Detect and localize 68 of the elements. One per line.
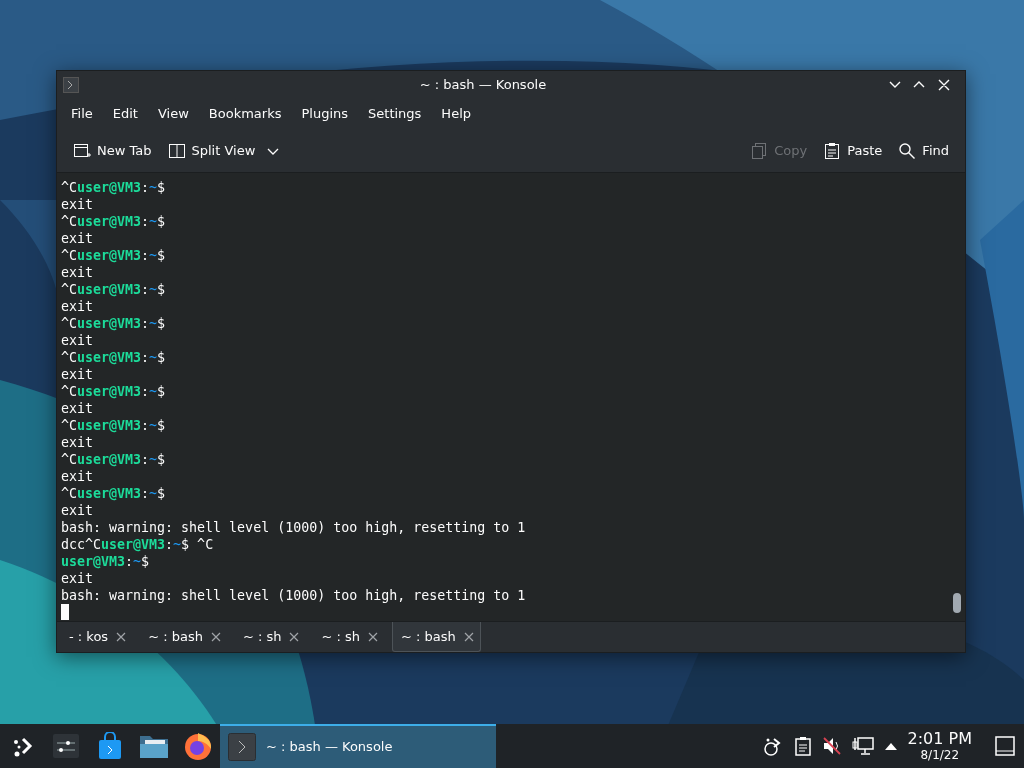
terminal-line: exit (61, 434, 95, 451)
terminal-line: ^Cuser@VM3:~$ (61, 213, 167, 230)
terminal-line: user@VM3:~$ (61, 553, 151, 570)
menu-item[interactable]: Bookmarks (198, 101, 292, 127)
arrow-up-icon[interactable] (883, 741, 898, 751)
terminal-line: exit (61, 298, 95, 315)
terminal-line: exit (61, 332, 95, 349)
browser-icon[interactable] (183, 731, 213, 761)
terminal-line: bash: warning: shell level (1000) too high, resetting to 1 (61, 519, 527, 536)
terminal-line: ^Cuser@VM3:~$ (61, 281, 167, 298)
tab[interactable]: ~ : bash (140, 622, 227, 652)
terminal-icon (63, 77, 79, 93)
terminal-line: ^Cuser@VM3:~$ (61, 179, 167, 196)
menu-item[interactable]: Plugins (291, 101, 359, 127)
terminal-line: ^Cuser@VM3:~$ (61, 383, 167, 400)
tab[interactable]: ~ : sh (313, 622, 385, 652)
terminal-line: exit (61, 502, 95, 519)
tab[interactable]: - : kos (61, 622, 133, 652)
folder-icon[interactable] (139, 733, 169, 759)
toolbar-button[interactable]: New Tab (65, 136, 160, 165)
tab[interactable]: ~ : bash (392, 622, 481, 652)
terminal-line: exit (61, 196, 95, 213)
terminal-line: ^Cuser@VM3:~$ (61, 247, 167, 264)
task-button[interactable]: ~ : bash — Konsole (220, 724, 496, 768)
terminal-line: exit (61, 230, 95, 247)
terminal-line: exit (61, 264, 95, 281)
terminal-line: exit (61, 468, 95, 485)
terminal-area[interactable] (57, 173, 965, 621)
split-view-icon (167, 141, 186, 160)
close-icon[interactable] (463, 631, 474, 642)
settings-icon[interactable] (52, 733, 80, 759)
tab[interactable]: ~ : sh (234, 622, 306, 652)
terminal-line: dcc^Cuser@VM3:~$ ^C (61, 536, 215, 553)
window-title: ~ : bash — Konsole (418, 76, 548, 95)
clipboard-icon[interactable] (793, 736, 812, 756)
terminal-line: exit (61, 366, 95, 383)
close-icon[interactable] (368, 632, 379, 642)
clipboard-icon (823, 141, 842, 160)
terminal-line: ^Cuser@VM3:~$ (61, 451, 167, 468)
menu-item[interactable]: View (147, 101, 199, 127)
terminal-line: exit (61, 570, 95, 587)
toolbar-button[interactable]: Paste (815, 136, 891, 165)
terminal-line: exit (61, 400, 95, 417)
terminal-line: ^Cuser@VM3:~$ (61, 417, 167, 434)
terminal-line: ^Cuser@VM3:~$ (61, 349, 167, 366)
show-desktop-icon[interactable] (994, 735, 1016, 757)
toolbar-button[interactable]: Find (890, 136, 957, 165)
clock-time[interactable]: 2:01 PM (907, 731, 972, 747)
clock-date[interactable]: 8/1/22 (920, 749, 960, 761)
copy-icon (750, 141, 769, 160)
menu-item[interactable]: Help (431, 101, 481, 127)
menu-item[interactable]: Settings (358, 101, 432, 127)
terminal-icon (228, 733, 256, 761)
search-icon (898, 141, 917, 160)
monitor-icon[interactable] (851, 736, 874, 756)
close-icon[interactable] (210, 632, 221, 642)
close-icon[interactable] (289, 632, 300, 642)
menu-item[interactable]: File (61, 101, 103, 127)
speaker-muted-icon[interactable] (821, 736, 842, 756)
shopping-bag-icon[interactable] (97, 732, 123, 760)
menu-item[interactable]: Edit (102, 101, 148, 127)
terminal-line: bash: warning: shell level (1000) too high, resetting to 1 (61, 587, 527, 604)
toolbar-button[interactable]: Split View (159, 136, 288, 165)
terminal-line: ^Cuser@VM3:~$ (61, 315, 167, 332)
close-icon[interactable] (116, 632, 127, 642)
scrollbar[interactable] (953, 593, 961, 613)
terminal-line: ^Cuser@VM3:~$ (61, 485, 167, 502)
new-tab-icon (73, 141, 91, 160)
